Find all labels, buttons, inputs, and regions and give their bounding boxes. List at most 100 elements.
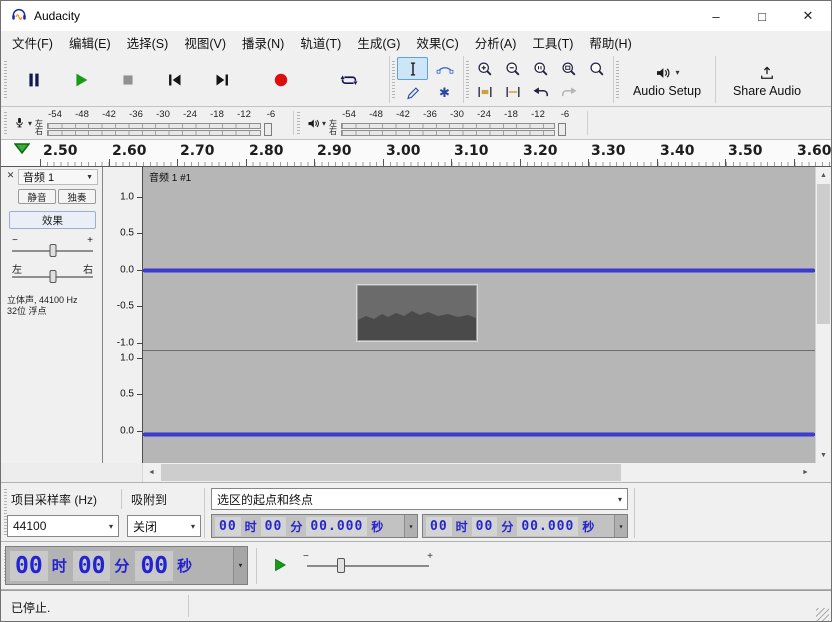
record-meter[interactable]: ▾ 左 右 -54 -48 -42 -36 -30 -24 -18 -12 -6 [9,108,277,139]
selection-start-field[interactable]: 00 时 00 分 00.000 秒 ▾ [211,514,418,538]
audio-setup-button[interactable]: ▾ Audio Setup [621,57,713,104]
record-button[interactable] [260,58,302,102]
horizontal-scrollbar[interactable]: ◄ ► [1,463,831,482]
speed-slider-track[interactable] [307,565,429,567]
selection-tool-button[interactable] [397,57,428,80]
menu-help[interactable]: 帮助(H) [581,30,639,55]
menu-analyze[interactable]: 分析(A) [467,30,525,55]
menu-bar: 文件(F) 编辑(E) 选择(S) 视图(V) 播录(N) 轨道(T) 生成(G… [1,31,831,53]
scroll-up-button[interactable]: ▲ [816,167,831,183]
draw-tool-button[interactable] [397,81,428,104]
mute-button[interactable]: 静音 [18,189,56,204]
silence-audio-button[interactable] [499,80,527,103]
timeline-ruler[interactable]: 2.50 2.60 2.70 2.80 2.90 3.00 3.10 3.20 … [1,140,831,167]
fit-project-icon [559,59,579,79]
record-meter-bars [47,123,261,137]
stop-icon [117,69,139,91]
scroll-right-button[interactable]: ► [797,463,814,482]
track-name-label: 音频 1 [23,169,54,185]
pan-slider[interactable]: 左 右 [9,261,96,283]
project-rate-combo[interactable]: 44100 ▾ [7,515,119,537]
menu-select[interactable]: 选择(S) [119,30,177,55]
track-name-button[interactable]: 音频 1 ▼ [18,169,98,185]
minimize-button[interactable]: – [693,1,739,31]
multi-tool-button[interactable]: ✱ [429,81,460,104]
menu-view[interactable]: 视图(V) [176,30,234,55]
solo-button[interactable]: 独奏 [58,189,96,204]
menu-edit[interactable]: 编辑(E) [61,30,119,55]
play-button[interactable] [60,58,102,102]
playback-meter-grip[interactable] [297,112,300,134]
selection-end-field[interactable]: 00 时 00 分 00.000 秒 ▾ [422,514,628,538]
pan-slider-thumb[interactable] [49,270,56,283]
play-at-speed-button[interactable] [265,551,295,578]
menu-transport[interactable]: 播录(N) [234,30,292,55]
zoom-in-icon [475,59,495,79]
project-rate-label: 项目采样率 (Hz) [11,491,97,508]
share-audio-button[interactable]: Share Audio [721,57,813,104]
maximize-button[interactable]: □ [739,1,785,31]
record-meter-grip[interactable] [4,112,7,134]
loop-button[interactable] [329,58,369,102]
speed-slider-thumb[interactable] [337,558,345,573]
zoom-toggle-button[interactable] [583,57,611,80]
playback-speed-slider[interactable]: − + [303,551,433,578]
audio-clip[interactable]: 音频 1 #1 [143,167,815,463]
effects-button[interactable]: 效果 [9,211,96,229]
menu-tools[interactable]: 工具(T) [524,30,581,55]
gain-slider[interactable]: − + [9,235,96,257]
fit-selection-icon [531,59,551,79]
speaker-icon [306,116,321,131]
playback-meter-scale: -54 -48 -42 -36 -30 -24 -18 -12 -6 [341,108,571,139]
menu-tracks[interactable]: 轨道(T) [292,30,349,55]
gain-minus-label: − [12,235,18,246]
stop-button[interactable] [107,58,149,102]
audacity-window: Audacity – □ ✕ 文件(F) 编辑(E) 选择(S) 视图(V) 播… [0,0,832,622]
selection-mode-combo[interactable]: 选区的起点和终点 ▾ [211,488,628,510]
tools-toolbar-grip[interactable] [392,61,395,98]
title-bar: Audacity – □ ✕ [1,1,831,31]
menu-file[interactable]: 文件(F) [4,30,61,55]
caret-down-icon[interactable]: ▾ [614,515,627,537]
playhead-triangle-icon[interactable] [14,143,30,154]
zoom-out-button[interactable] [499,57,527,80]
record-meter-scale: -54 -48 -42 -36 -30 -24 -18 -12 -6 [47,108,277,139]
scroll-left-button[interactable]: ◄ [143,463,160,482]
transport-toolbar-grip[interactable] [4,61,7,98]
snap-to-combo[interactable]: 关闭 ▾ [127,515,201,537]
edit-toolbar-grip[interactable] [466,61,469,98]
skip-to-start-button[interactable] [154,58,196,102]
window-resize-grip[interactable] [816,608,829,621]
share-audio-label: Share Audio [733,84,801,98]
caret-down-icon: ▾ [28,119,32,128]
zoom-in-button[interactable] [471,57,499,80]
envelope-tool-button[interactable] [429,57,460,80]
fit-project-button[interactable] [555,57,583,80]
caret-down-icon[interactable]: ▾ [233,547,247,584]
scroll-down-button[interactable]: ▼ [816,447,831,463]
menu-effect[interactable]: 效果(C) [408,30,466,55]
playback-meter[interactable]: ▾ 左 右 -54 -48 -42 -36 -30 -24 -18 -12 -6 [303,108,571,139]
playback-meter-right-label: 右 [329,128,341,136]
vertical-scrollbar[interactable]: ▲ ▼ [815,167,831,463]
silence-audio-icon [503,82,523,102]
vertical-scrollbar-thumb[interactable] [817,184,830,324]
menu-generate[interactable]: 生成(G) [349,30,408,55]
close-button[interactable]: ✕ [785,1,831,31]
caret-down-icon[interactable]: ▾ [404,515,417,537]
trim-audio-button[interactable] [471,80,499,103]
clip-title: 音频 1 #1 [149,169,191,184]
gain-slider-thumb[interactable] [49,244,56,257]
vertical-ruler[interactable]: 1.0 0.5 0.0 -0.5 -1.0 1.0 0.5 0.0 [103,167,143,463]
toolbar-separator [613,56,614,103]
skip-to-end-button[interactable] [201,58,243,102]
horizontal-scrollbar-thumb[interactable] [161,464,621,481]
track-close-button[interactable]: ✕ [4,169,17,182]
fit-selection-button[interactable] [527,57,555,80]
audio-setup-toolbar-grip[interactable] [616,61,619,98]
pause-button[interactable] [13,58,55,102]
undo-button[interactable] [527,80,555,103]
redo-button[interactable] [555,80,583,103]
record-meter-bar-right [47,130,261,136]
audio-position-display[interactable]: 00 时 00 分 00 秒 ▾ [5,546,248,585]
